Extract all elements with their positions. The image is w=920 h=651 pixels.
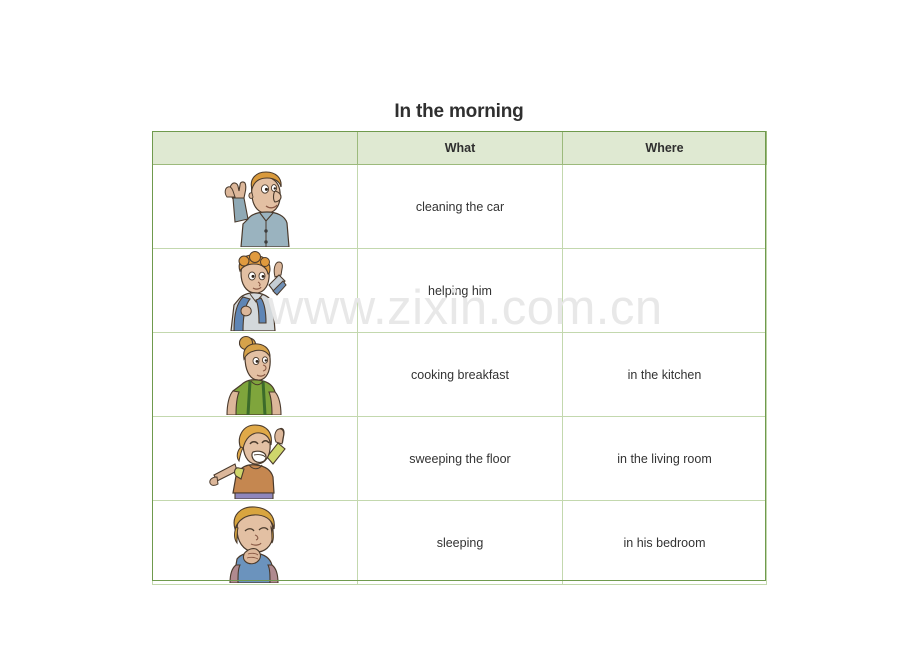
boy-sleeping-hands-clasped-icon — [229, 505, 279, 583]
what-cell: helping him — [357, 248, 563, 333]
picture-cell — [152, 248, 358, 333]
where-cell: in the living room — [562, 416, 767, 501]
where-cell — [562, 248, 767, 333]
table-row: helping him — [152, 248, 767, 333]
where-cell: in the kitchen — [562, 332, 767, 417]
picture-cell — [152, 500, 358, 585]
where-cell: in his bedroom — [562, 500, 767, 585]
what-text: sleeping — [436, 535, 484, 550]
what-cell: cleaning the car — [357, 164, 563, 249]
girl-laughing-arms-raised-icon — [209, 423, 286, 499]
what-cell: sleeping — [357, 500, 563, 585]
woman-green-shirt-hair-bun-icon — [226, 335, 282, 415]
table-row: cleaning the car — [152, 164, 767, 249]
what-text: cooking breakfast — [411, 367, 509, 382]
picture-cell — [152, 416, 358, 501]
column-header-what: What — [357, 131, 563, 165]
where-cell — [562, 164, 767, 249]
page-canvas: In the morning What Where cleaning the c… — [0, 0, 920, 651]
page-title: In the morning — [394, 101, 524, 122]
table-row: cooking breakfast in the kitchen — [152, 332, 767, 417]
what-text: helping him — [428, 283, 492, 298]
column-header-picture — [152, 131, 358, 165]
what-text: sweeping the floor — [409, 451, 511, 466]
column-header-where: Where — [562, 131, 767, 165]
man-waving-blue-shirt-icon — [224, 170, 290, 247]
table-row: sweeping the floor in the living room — [152, 416, 767, 501]
activity-table: What Where cleaning the car helping him … — [152, 131, 767, 585]
picture-cell — [152, 332, 358, 417]
table-row: sleeping in his bedroom — [152, 500, 767, 585]
where-text: in the kitchen — [627, 367, 702, 382]
where-text: in his bedroom — [623, 535, 706, 550]
picture-cell — [152, 164, 358, 249]
boy-with-backpack-waving-icon — [230, 250, 287, 331]
what-text: cleaning the car — [415, 199, 505, 214]
what-cell: sweeping the floor — [357, 416, 563, 501]
where-text: in the living room — [617, 451, 712, 466]
table-header-row: What Where — [152, 131, 767, 165]
what-cell: cooking breakfast — [357, 332, 563, 417]
